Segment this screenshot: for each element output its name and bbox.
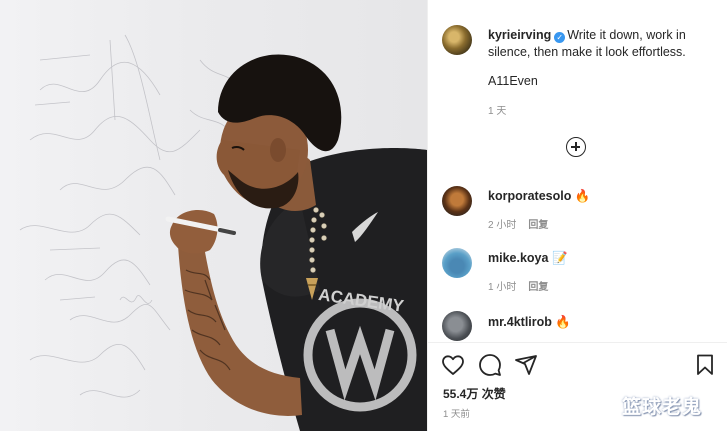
comment-username[interactable]: korporatesolo — [488, 189, 571, 203]
comment-avatar[interactable] — [442, 248, 472, 278]
caption-timestamp: 1 天 — [488, 106, 507, 117]
watermark-text: 篮球老鬼 — [622, 396, 703, 418]
verified-badge-icon: ✓ — [554, 32, 566, 43]
comment-meta: 2 小时 回复 — [488, 216, 548, 231]
divider — [428, 342, 727, 343]
photo-illustration: ACADEMY — [19, 34, 427, 431]
comment-row: mike.koya 📝 — [488, 250, 568, 266]
post-photo: ACADEMY — [0, 0, 427, 431]
comment-row: korporatesolo 🔥 — [488, 188, 590, 204]
post-caption: kyrieirving ✓ Write it down, work in silen… — [488, 27, 718, 61]
comment-icon[interactable] — [478, 353, 502, 377]
comment-row: mr.4ktlirob 🔥 — [488, 314, 571, 330]
like-count[interactable]: 55.4万 次赞 — [443, 385, 506, 402]
comment-username[interactable]: mr.4ktlirob — [488, 315, 552, 329]
comment-avatar[interactable] — [442, 186, 472, 216]
author-avatar[interactable] — [442, 25, 472, 55]
hand — [169, 209, 218, 254]
load-more-comments-icon[interactable] — [566, 137, 586, 157]
post-side-panel: kyrieirving ✓ Write it down, work in silen… — [427, 0, 727, 431]
reply-button[interactable]: 回复 — [528, 220, 548, 231]
share-icon[interactable] — [514, 353, 538, 377]
bookmark-icon[interactable] — [693, 353, 717, 377]
author-username[interactable]: kyrieirving — [488, 28, 551, 42]
caption-hashtag: A11Even — [488, 74, 538, 88]
comment-avatar[interactable] — [442, 311, 472, 341]
comment-meta: 1 小时 回复 — [488, 278, 548, 293]
memo-emoji-icon: 📝 — [551, 250, 568, 265]
heart-icon[interactable] — [441, 353, 465, 377]
flame-emoji-icon: 🔥 — [574, 188, 591, 203]
flame-emoji-icon: 🔥 — [555, 314, 571, 329]
comment-username[interactable]: mike.koya — [488, 251, 548, 265]
reply-button[interactable]: 回复 — [528, 282, 548, 293]
comment-time: 2 小时 — [488, 220, 517, 231]
post-timestamp: 1 天前 — [443, 409, 470, 420]
comment-time: 1 小时 — [488, 282, 517, 293]
